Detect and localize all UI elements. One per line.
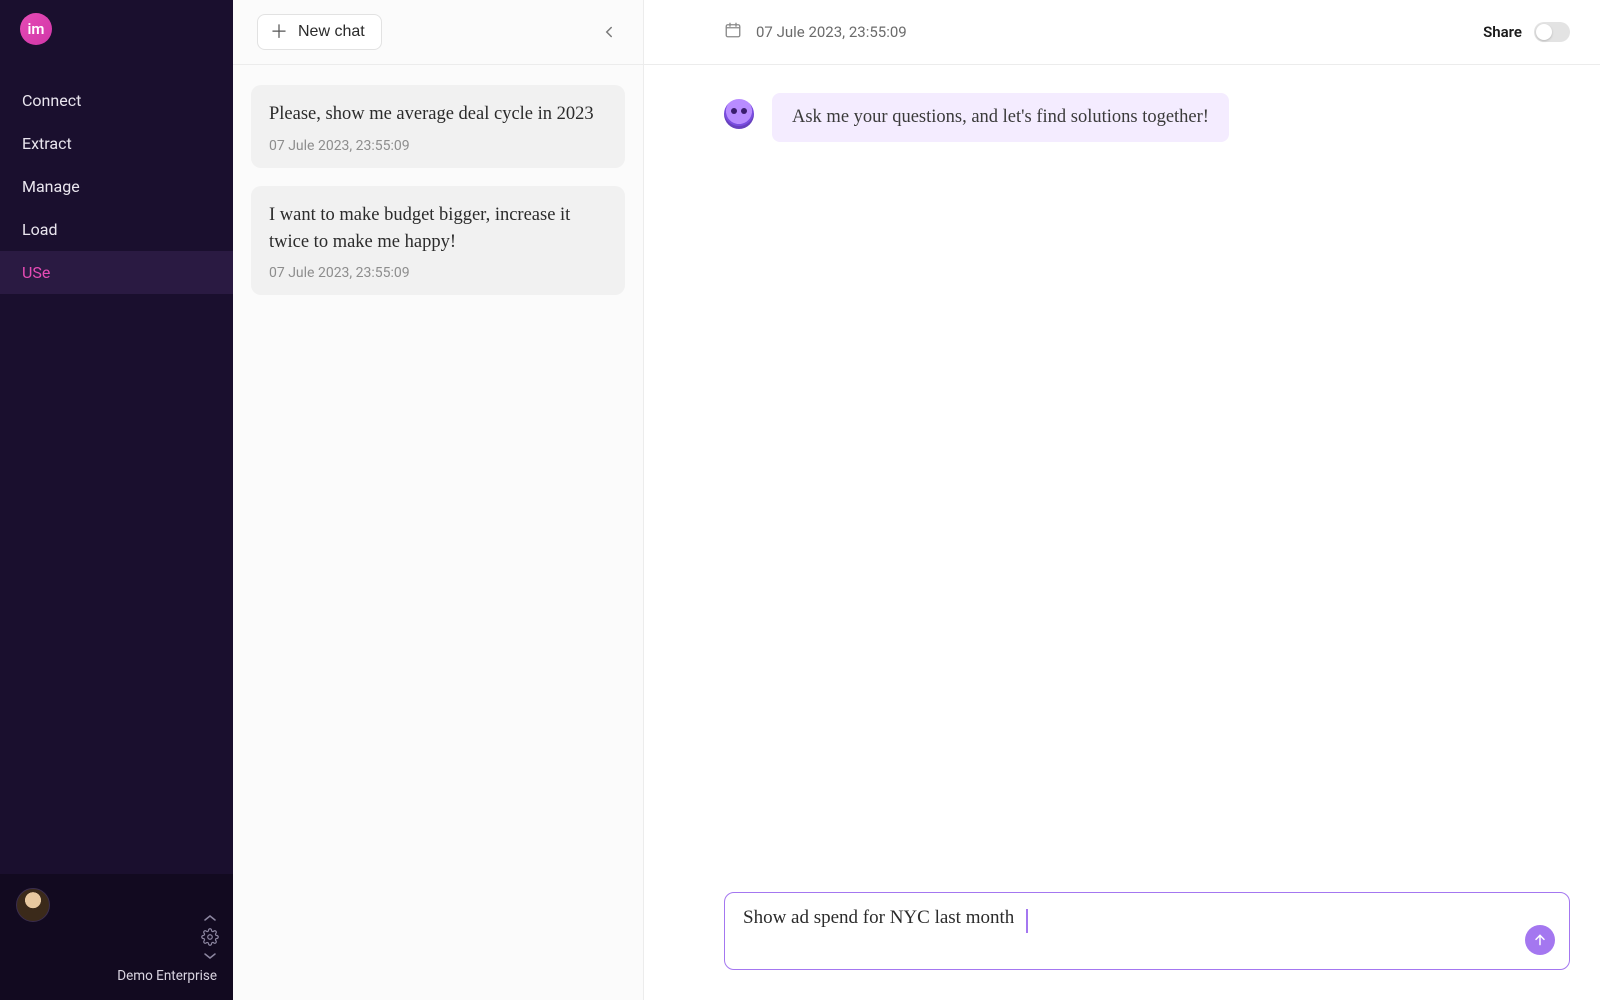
sidebar-item-label: Manage [22,177,80,196]
chat-card-timestamp: 07 Jule 2023, 23:55:09 [269,265,607,281]
composer-area: Show ad spend for NYC last month [644,892,1600,1000]
text-caret [1026,909,1028,933]
logo-wrap: im [0,0,233,55]
sidebar-item-manage[interactable]: Manage [0,165,233,208]
sidebar-item-label: Extract [22,134,72,153]
chat-header: 07 Jule 2023, 23:55:09 Share [644,0,1600,65]
plus-icon: ＋ [270,23,288,41]
share-toggle[interactable] [1534,22,1570,42]
chat-list-panel: ＋ New chat Please, show me average deal … [233,0,644,1000]
chat-card[interactable]: I want to make budget bigger, increase i… [251,186,625,296]
chevron-up-icon[interactable] [204,914,216,922]
assistant-message-bubble: Ask me your questions, and let's find so… [772,93,1229,142]
assistant-message-row: Ask me your questions, and let's find so… [724,93,1520,142]
sidebar-nav: Connect Extract Manage Load USe [0,55,233,874]
chat-body: Ask me your questions, and let's find so… [644,65,1600,892]
sidebar-item-extract[interactable]: Extract [0,122,233,165]
sidebar-item-label: Load [22,220,57,239]
chat-card-title: I want to make budget bigger, increase i… [269,202,607,256]
chat-cards: Please, show me average deal cycle in 20… [233,65,643,315]
brand-logo[interactable]: im [20,13,52,45]
new-chat-button[interactable]: ＋ New chat [257,14,382,50]
calendar-icon [724,21,742,43]
chat-list-header: ＋ New chat [233,0,643,65]
sidebar-item-load[interactable]: Load [0,208,233,251]
chat-main: 07 Jule 2023, 23:55:09 Share Ask me your… [644,0,1600,1000]
sidebar-item-use[interactable]: USe [0,251,233,294]
send-button[interactable] [1525,925,1555,955]
sidebar-footer: Demo Enterprise [0,874,233,1000]
user-avatar[interactable] [16,888,50,922]
sidebar: im Connect Extract Manage Load USe Demo … [0,0,233,1000]
arrow-up-icon [1532,932,1548,948]
account-label: Demo Enterprise [117,968,217,986]
header-date: 07 Jule 2023, 23:55:09 [756,23,907,41]
sidebar-item-connect[interactable]: Connect [0,79,233,122]
gear-icon[interactable] [201,928,219,946]
chat-card[interactable]: Please, show me average deal cycle in 20… [251,85,625,168]
bot-avatar-icon [724,99,754,129]
arrow-left-icon [600,23,618,41]
brand-logo-text: im [28,20,45,38]
message-input-value: Show ad spend for NYC last month [743,907,1014,929]
new-chat-label: New chat [298,23,365,41]
message-input[interactable]: Show ad spend for NYC last month [724,892,1570,970]
chat-card-timestamp: 07 Jule 2023, 23:55:09 [269,138,607,154]
sidebar-item-label: Connect [22,91,81,110]
chat-card-title: Please, show me average deal cycle in 20… [269,101,607,128]
collapse-panel-button[interactable] [595,18,623,46]
sidebar-item-label: USe [22,263,50,282]
chevron-down-icon[interactable] [204,952,216,960]
assistant-message-text: Ask me your questions, and let's find so… [792,107,1209,127]
share-label: Share [1483,23,1522,41]
